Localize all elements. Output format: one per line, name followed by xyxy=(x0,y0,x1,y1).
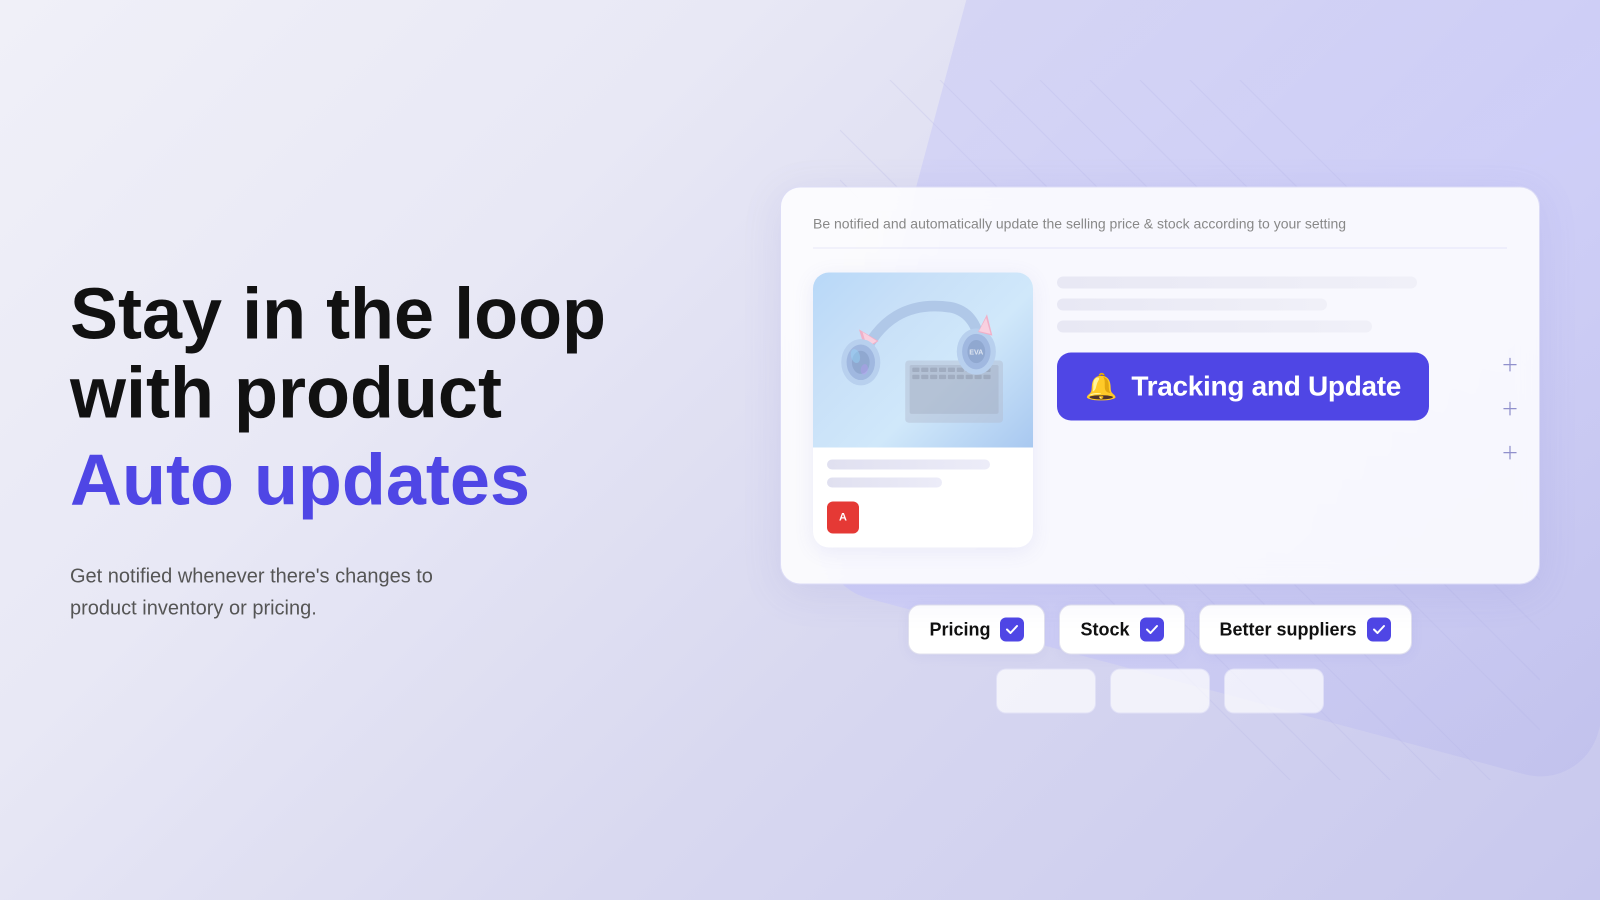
product-text-line-1 xyxy=(827,460,990,470)
tag-stock: Stock xyxy=(1059,605,1184,655)
plus-icon-3: ＋ xyxy=(1501,439,1519,465)
bottom-card-3 xyxy=(1224,669,1324,714)
bell-icon: 🔔 xyxy=(1085,371,1117,402)
product-text-line-2 xyxy=(827,478,942,488)
tag-stock-label: Stock xyxy=(1080,619,1129,640)
product-image: EVA xyxy=(813,273,1033,448)
product-info: A xyxy=(813,448,1033,548)
tag-better-suppliers-check xyxy=(1367,618,1391,642)
detail-bars xyxy=(1057,277,1507,333)
subtitle-line2: product inventory or pricing. xyxy=(70,597,317,619)
detail-bar-1 xyxy=(1057,277,1417,289)
aliexpress-badge: A xyxy=(827,502,859,534)
headline-line1: Stay in the loop xyxy=(70,276,606,355)
plus-icon-2: ＋ xyxy=(1501,395,1519,421)
bottom-card-1 xyxy=(996,669,1096,714)
bottom-card-2 xyxy=(1110,669,1210,714)
detail-bar-2 xyxy=(1057,299,1327,311)
plus-icon-1: ＋ xyxy=(1501,351,1519,377)
tags-row: Pricing Stock Better suppliers xyxy=(780,605,1540,655)
subtitle: Get notified whenever there's changes to… xyxy=(70,560,606,624)
tag-pricing: Pricing xyxy=(908,605,1045,655)
headline-accent: Auto updates xyxy=(70,438,606,524)
product-details: 🔔 Tracking and Update xyxy=(1057,273,1507,421)
bottom-cards xyxy=(780,669,1540,714)
tag-stock-check xyxy=(1140,618,1164,642)
product-card: EVA A xyxy=(813,273,1033,548)
tag-pricing-label: Pricing xyxy=(929,619,990,640)
detail-bar-3 xyxy=(1057,321,1372,333)
headline-line2: with product xyxy=(70,355,606,434)
headphones-illustration: EVA xyxy=(833,280,1013,440)
product-row: EVA A xyxy=(813,273,1507,548)
left-content: Stay in the loop with product Auto updat… xyxy=(70,276,606,625)
card-subtitle: Be notified and automatically update the… xyxy=(813,216,1507,249)
product-logo: A xyxy=(827,502,1019,534)
tag-better-suppliers-label: Better suppliers xyxy=(1220,619,1357,640)
aliexpress-badge-text: A xyxy=(839,512,847,524)
tracking-button-label: Tracking and Update xyxy=(1131,371,1401,403)
tag-better-suppliers: Better suppliers xyxy=(1199,605,1412,655)
tag-pricing-check xyxy=(1000,618,1024,642)
subtitle-line1: Get notified whenever there's changes to xyxy=(70,565,433,587)
plus-icons: ＋ ＋ ＋ xyxy=(1501,351,1519,465)
product-text-lines xyxy=(827,460,1019,488)
tracking-update-button[interactable]: 🔔 Tracking and Update xyxy=(1057,353,1429,421)
right-panel: Be notified and automatically update the… xyxy=(780,187,1540,714)
svg-text:EVA: EVA xyxy=(969,348,983,356)
main-card: Be notified and automatically update the… xyxy=(780,187,1540,585)
